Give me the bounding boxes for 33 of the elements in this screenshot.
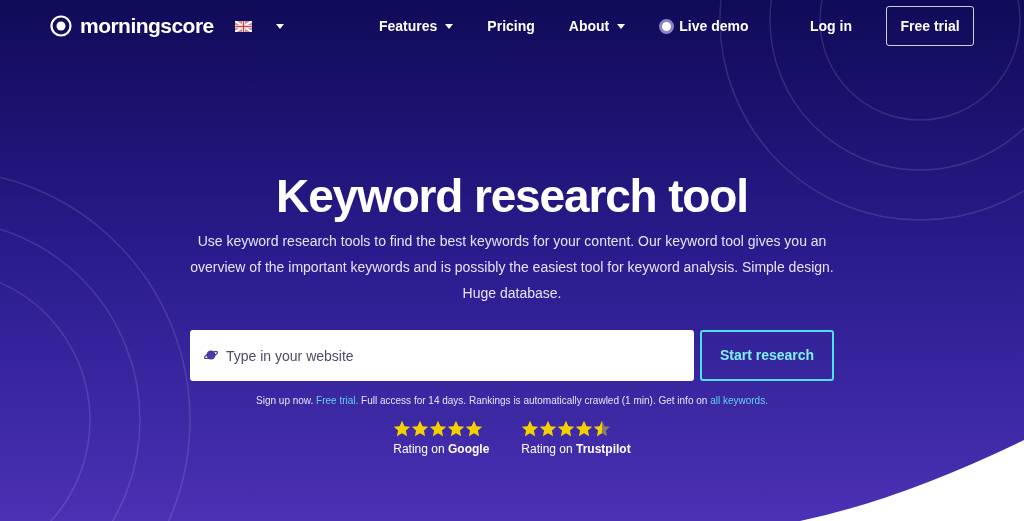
- hero-description: Use keyword research tools to find the best keywords for your content. Our keyword tool gives you an overview of the important keywords and is possibly the easiest tool for keyword analysis. Simple design. Huge database.: [189, 232, 835, 303]
- star-icon: [411, 420, 430, 438]
- rating-label: Rating on Google: [393, 441, 490, 458]
- planet-icon: [204, 348, 218, 362]
- login-link[interactable]: Log in: [810, 15, 852, 37]
- nav-link[interactable]: Pricing: [487, 15, 535, 37]
- note-link[interactable]: Free trial.: [316, 395, 359, 406]
- star-icon: [593, 420, 612, 438]
- star-icon: [447, 420, 466, 438]
- rating-label: Rating on Trustpilot: [521, 441, 631, 458]
- logo-text: morningscore: [80, 13, 214, 40]
- note-link[interactable]: all keywords.: [710, 395, 768, 406]
- star-icon: [539, 420, 558, 438]
- star-icon: [575, 420, 594, 438]
- caret-icon: [445, 23, 454, 29]
- star-icon: [429, 420, 448, 438]
- nav-link[interactable]: Live demo: [659, 15, 749, 37]
- logo-icon: [50, 15, 72, 37]
- caret-icon: [617, 23, 626, 29]
- start-research-button[interactable]: Start research: [700, 330, 834, 381]
- flag-icon: [235, 20, 252, 32]
- signup-note: Sign up now. Free trial. Full access for 14 days. Rankings is automatically crawled (1 min). Get info on all keywords.: [256, 394, 768, 408]
- language-selector[interactable]: [235, 20, 284, 32]
- star-icon: [521, 420, 540, 438]
- star-icon: [557, 420, 576, 438]
- star-icon: [393, 420, 412, 438]
- nav-link[interactable]: About: [568, 15, 626, 37]
- nav-link[interactable]: Features: [379, 15, 454, 37]
- star-icon: [465, 420, 484, 438]
- caret-icon: [276, 23, 284, 29]
- free-trial-button[interactable]: Free trial: [886, 6, 974, 46]
- hero-title: Keyword research tool: [276, 169, 748, 224]
- website-field[interactable]: Type in your website: [190, 330, 694, 381]
